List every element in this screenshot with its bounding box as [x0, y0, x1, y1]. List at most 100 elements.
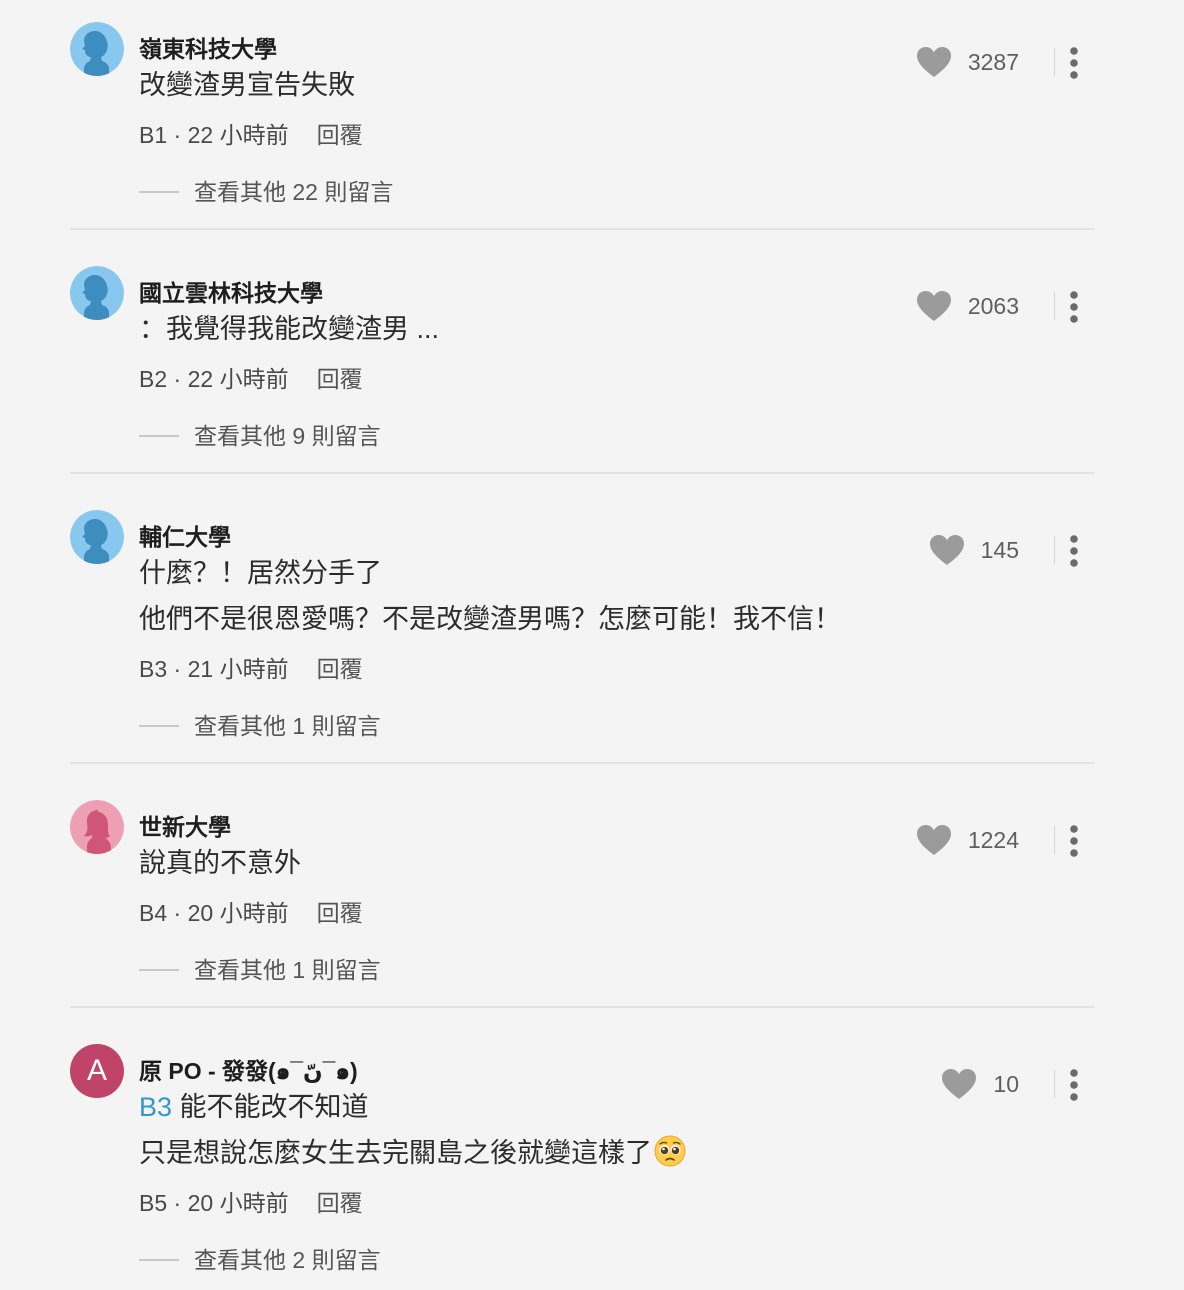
reply-button[interactable]: 回覆 [317, 656, 363, 682]
view-more-replies-link[interactable]: 查看其他 9 則留言 [139, 417, 381, 451]
comment-meta: B3 · 21 小時前 回覆 [139, 656, 363, 682]
separator [1054, 292, 1055, 320]
comment-text: 他們不是很恩愛嗎？不是改變渣男嗎？怎麼可能！我不信！ [139, 604, 841, 634]
comment-text: 只是想說怎麼女生去完關島之後就變這樣了 [139, 1138, 652, 1168]
comment-item: 輔仁大學 什麼？！居然分手了 他們不是很恩愛嗎？不是改變渣男嗎？怎麼可能！我不信！ B… [0, 510, 1184, 750]
reply-button[interactable]: 回覆 [317, 1190, 363, 1216]
more-options-button[interactable] [1062, 290, 1086, 324]
more-vertical-icon [1070, 1069, 1078, 1101]
floor-number: B1 [139, 122, 168, 148]
comment-text: 能不能改不知道 [179, 1092, 369, 1122]
author-name[interactable]: 嶺東科技大學 [139, 30, 277, 64]
more-vertical-icon [1070, 825, 1078, 857]
comment-meta: B4 · 20 小時前 回覆 [139, 900, 363, 926]
view-more-replies-label: 查看其他 22 則留言 [194, 179, 394, 205]
separator [1054, 536, 1055, 564]
thread-line [139, 724, 179, 727]
like-button[interactable]: 10 [941, 1066, 1019, 1102]
comment-line: 只是想說怎麼女生去完關島之後就變這樣了 [139, 1130, 686, 1176]
avatar[interactable] [70, 510, 124, 564]
view-more-replies-label: 查看其他 1 則留言 [194, 713, 381, 739]
reply-button[interactable]: 回覆 [317, 366, 363, 392]
more-options-button[interactable] [1062, 1068, 1086, 1102]
comment-line: 改變渣男宣告失敗 [139, 62, 355, 108]
view-more-replies-link[interactable]: 查看其他 1 則留言 [139, 951, 381, 985]
more-vertical-icon [1070, 535, 1078, 567]
heart-icon [916, 825, 951, 855]
comment-divider [70, 228, 1094, 230]
reply-button[interactable]: 回覆 [317, 122, 363, 148]
separator [1054, 48, 1055, 76]
like-count: 2063 [967, 292, 1019, 319]
author-name[interactable]: 輔仁大學 [139, 518, 231, 552]
like-group: 10 [895, 1066, 1055, 1102]
author-name[interactable]: 世新大學 [139, 808, 231, 842]
male-silhouette-icon [70, 510, 124, 564]
more-options-button[interactable] [1062, 824, 1086, 858]
floor-number: B4 [139, 900, 168, 926]
heart-icon [916, 291, 951, 321]
more-vertical-icon [1070, 291, 1078, 323]
like-count: 1224 [967, 826, 1019, 853]
view-more-replies-link[interactable]: 查看其他 1 則留言 [139, 707, 381, 741]
male-silhouette-icon [70, 22, 124, 76]
like-group: 3287 [895, 44, 1055, 80]
heart-icon [929, 535, 964, 565]
heart-icon [942, 1069, 977, 1099]
avatar[interactable] [70, 266, 124, 320]
more-options-button[interactable] [1062, 534, 1086, 568]
male-silhouette-icon [70, 266, 124, 320]
comment-text: 說真的不意外 [139, 848, 301, 878]
like-button[interactable]: 3287 [916, 44, 1019, 80]
comment-divider [70, 762, 1094, 764]
comment-divider [70, 472, 1094, 474]
comment-line: 什麼？！居然分手了 [139, 550, 841, 596]
like-button[interactable]: 145 [929, 532, 1019, 568]
like-count: 145 [980, 536, 1019, 563]
like-group: 1224 [895, 822, 1055, 858]
more-vertical-icon [1070, 47, 1078, 79]
thread-line [139, 434, 179, 437]
like-button[interactable]: 2063 [916, 288, 1019, 324]
like-group: 2063 [895, 288, 1055, 324]
comment-meta: B1 · 22 小時前 回覆 [139, 122, 363, 148]
avatar[interactable] [70, 800, 124, 854]
comment-line: ：我覺得我能改變渣男 ... [139, 306, 439, 352]
view-more-replies-label: 查看其他 2 則留言 [194, 1247, 381, 1273]
avatar[interactable]: A [70, 1044, 124, 1098]
pleading-face-emoji [654, 1135, 686, 1167]
view-more-replies-link[interactable]: 查看其他 22 則留言 [139, 173, 393, 207]
like-count: 10 [993, 1070, 1019, 1097]
floor-number: B2 [139, 366, 168, 392]
floor-mention-link[interactable]: B3 [139, 1092, 172, 1122]
comment-time: 21 小時前 [187, 656, 289, 682]
comment-line: 他們不是很恩愛嗎？不是改變渣男嗎？怎麼可能！我不信！ [139, 596, 841, 642]
like-button[interactable]: 1224 [916, 822, 1019, 858]
comment-item: 國立雲林科技大學 ：我覺得我能改變渣男 ... B2 · 22 小時前 回覆 查看其他 … [0, 266, 1184, 506]
view-more-replies-label: 查看其他 9 則留言 [194, 423, 381, 449]
comment-body: ：我覺得我能改變渣男 ... [139, 306, 439, 352]
view-more-replies-link[interactable]: 查看其他 2 則留言 [139, 1241, 381, 1275]
comment-text: 什麼？！居然分手了 [139, 558, 382, 588]
floor-number: B5 [139, 1190, 168, 1216]
comment-body: 改變渣男宣告失敗 [139, 62, 355, 108]
separator [1054, 1070, 1055, 1098]
separator [1054, 826, 1055, 854]
comment-item: A原 PO - 發發(๑¯ںّ¯๑) B3 能不能改不知道 只是想說怎麼女生去完關島… [0, 1044, 1184, 1284]
reply-button[interactable]: 回覆 [317, 900, 363, 926]
heart-icon [916, 47, 951, 77]
comment-body: B3 能不能改不知道只是想說怎麼女生去完關島之後就變這樣了 [139, 1084, 686, 1176]
author-name[interactable]: 國立雲林科技大學 [139, 274, 323, 308]
avatar[interactable] [70, 22, 124, 76]
comment-body: 什麼？！居然分手了他們不是很恩愛嗎？不是改變渣男嗎？怎麼可能！我不信！ [139, 550, 841, 642]
comment-line: B3 能不能改不知道 [139, 1084, 686, 1130]
comment-time: 22 小時前 [187, 366, 289, 392]
more-options-button[interactable] [1062, 46, 1086, 80]
comment-divider [70, 1006, 1094, 1008]
comment-text: 改變渣男宣告失敗 [139, 70, 355, 100]
comment-line: 說真的不意外 [139, 840, 301, 886]
thread-line [139, 1258, 179, 1261]
female-silhouette-icon [70, 800, 124, 854]
view-more-replies-label: 查看其他 1 則留言 [194, 957, 381, 983]
comment-meta: B5 · 20 小時前 回覆 [139, 1190, 363, 1216]
